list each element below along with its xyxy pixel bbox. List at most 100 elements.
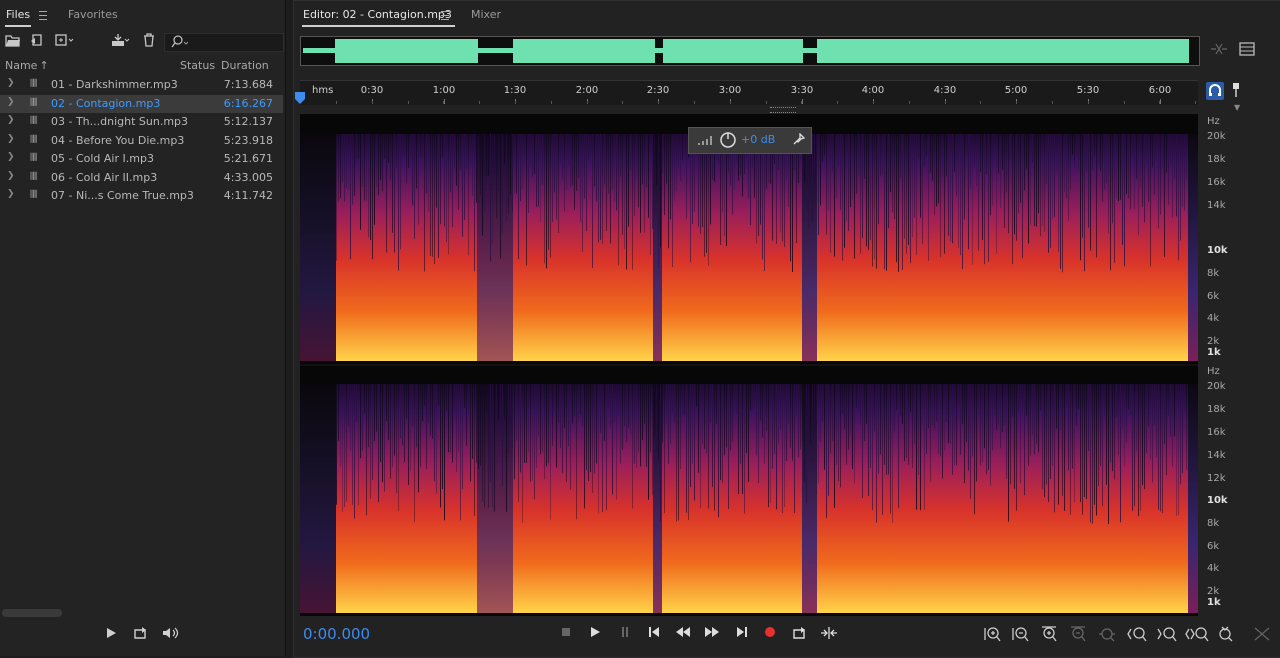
spectrogram-streak [712,384,713,487]
expand-chevron-icon[interactable]: ❯ [7,134,15,144]
zoom-out-full-icon[interactable] [1098,626,1116,645]
zoom-out-time-icon[interactable] [1069,626,1087,645]
tab-files[interactable]: Files [6,8,30,21]
zoom-lock-icon[interactable] [1253,626,1271,645]
overview-waveform[interactable] [300,36,1200,66]
spectrogram-streak [418,134,419,225]
spectrogram-streak [1150,134,1151,267]
spectrogram-streak [672,134,673,267]
spectrogram-streak [956,134,957,197]
expand-chevron-icon[interactable]: ❯ [7,115,15,125]
file-list-row[interactable]: ❯ ⫼⫼ 05 - Cold Air I.mp3 5:21.671 [0,150,283,168]
files-panel-menu-icon[interactable] [39,11,47,20]
spectrogram-streak [878,134,879,225]
expand-chevron-icon[interactable]: ❯ [7,97,15,107]
hz-tick-label: 6k [1207,291,1220,302]
go-to-end-icon[interactable] [735,626,749,641]
pause-icon[interactable] [619,626,631,641]
spectrogram-streak [716,384,717,425]
spectrogram-streak [1082,384,1083,515]
time-ruler[interactable]: hms 0:30 1:00 1:30 2:00 2:30 3:00 3:30 4:00 4:30… [300,80,1198,105]
spectrogram-streak [1038,384,1039,453]
fast-forward-icon[interactable] [704,626,720,641]
hud-pin-icon[interactable] [793,132,806,148]
column-header-name[interactable]: Name ↑ [5,59,49,72]
zoom-navigator-icon[interactable] [1209,40,1229,61]
file-list-row[interactable]: ❯ ⫼⫼ 04 - Before You Die.mp3 5:23.918 [0,132,283,150]
spectrogram-streak [412,384,413,427]
spectrogram-streak [872,134,873,267]
current-time-display[interactable]: 0:00.000 [303,625,370,643]
tab-editor[interactable]: Editor: 02 - Contagion.mp3 [303,8,452,21]
expand-chevron-icon[interactable]: ❯ [7,189,15,199]
spectrogram-streak [852,134,853,200]
file-list-row[interactable]: ❯ ⫼⫼ 02 - Contagion.mp3 6:16.267 [0,94,283,113]
hud-volume-control[interactable]: +0 dB [688,127,812,154]
marker-pin-icon[interactable] [1230,82,1242,101]
vertical-zoom-down-icon[interactable]: ▼ [1234,103,1240,112]
expand-chevron-icon[interactable]: ❯ [7,171,15,181]
zoom-in-time-icon[interactable] [1040,626,1058,645]
zoom-to-selection-start-icon[interactable] [1127,626,1147,645]
spectrogram-streak [454,384,455,413]
zoom-reset-icon[interactable] [1216,626,1234,645]
spectrogram-streak [1180,384,1181,485]
zoom-selection-icon[interactable] [1185,626,1209,645]
play-icon[interactable] [589,626,601,641]
search-input[interactable] [164,33,284,52]
rewind-icon[interactable] [675,626,691,641]
spectrogram-streak [1146,384,1147,453]
snap-toggle-icon[interactable] [1206,82,1224,100]
loop-playback-icon[interactable] [792,626,808,643]
open-file-icon[interactable] [5,33,21,51]
go-to-start-icon[interactable] [647,626,661,641]
skip-selection-icon[interactable] [820,626,838,643]
editor-panel-menu-icon[interactable] [441,11,449,20]
spectrogram-streak [814,384,815,425]
zoom-in-amplitude-icon[interactable] [983,626,1001,645]
spectrogram-streak [1068,384,1069,471]
column-header-status[interactable]: Status [180,59,215,72]
stop-icon[interactable] [560,626,572,641]
new-file-icon[interactable] [55,33,75,51]
spectrogram-channel-right[interactable] [300,364,1198,616]
resize-handle[interactable] [770,107,796,113]
play-preview-icon[interactable] [105,627,117,642]
spectrogram-streak [460,134,461,171]
panel-menu-icon[interactable] [1239,42,1255,59]
import-file-icon[interactable] [30,33,46,51]
volume-knob-icon[interactable] [719,131,737,152]
record-icon[interactable] [764,626,776,641]
ruler-minor-tick [1124,101,1125,104]
horizontal-scrollbar[interactable] [2,609,62,617]
spectrogram-streak [570,384,571,490]
ruler-minor-tick [479,101,480,104]
expand-chevron-icon[interactable]: ❯ [7,152,15,162]
delete-icon[interactable] [142,33,156,51]
tab-favorites[interactable]: Favorites [68,8,118,21]
zoom-to-selection-end-icon[interactable] [1157,626,1177,645]
expand-chevron-icon[interactable]: ❯ [7,78,15,88]
file-list-row[interactable]: ❯ ⫼⫼ 07 - Ni...s Come True.mp3 4:11.742 [0,187,283,205]
column-header-duration[interactable]: Duration [221,59,269,72]
spectrogram-streak [1032,384,1033,436]
zoom-out-amplitude-icon[interactable] [1011,626,1029,645]
spectrogram-streak [814,134,815,174]
spectrogram-streak [920,384,921,511]
audio-file-icon: ⫼⫼ [30,97,37,108]
spectrogram-streak [488,134,489,176]
loop-preview-icon[interactable] [133,626,149,643]
file-list-row[interactable]: ❯ ⫼⫼ 06 - Cold Air II.mp3 4:33.005 [0,169,283,187]
insert-into-multitrack-icon[interactable] [110,33,130,51]
spectrogram-streak [962,384,963,425]
spectrogram-streak [616,134,617,211]
spectrogram-streak [1092,384,1093,524]
spectrogram-streak [378,384,379,503]
playhead-marker-icon[interactable] [294,91,306,108]
hud-gain-value[interactable]: +0 dB [741,133,775,146]
spectrogram-streak [812,134,813,223]
tab-mixer[interactable]: Mixer [471,8,501,21]
file-list-row[interactable]: ❯ ⫼⫼ 01 - Darkshimmer.mp3 7:13.684 [0,76,283,94]
auto-play-icon[interactable] [160,626,182,643]
file-list-row[interactable]: ❯ ⫼⫼ 03 - Th...dnight Sun.mp3 5:12.137 [0,113,283,131]
